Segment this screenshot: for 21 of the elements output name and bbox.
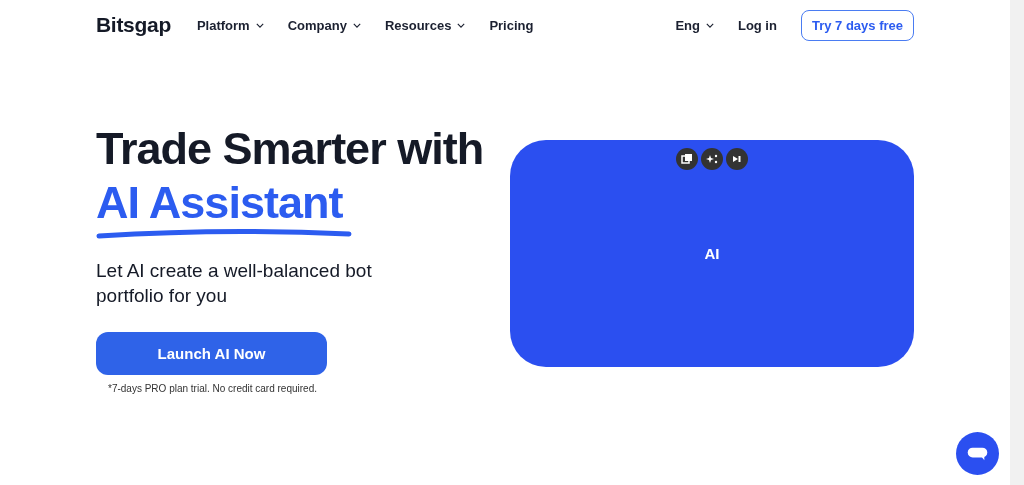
language-selector[interactable]: Eng [675, 17, 714, 33]
nav-link[interactable]: Resources [384, 17, 466, 33]
video-label: AI [704, 245, 720, 262]
trial-button[interactable]: Try 7 days free [800, 9, 914, 41]
chevron-down-icon [705, 22, 714, 28]
hero-title-highlight: AI Assistant [96, 176, 343, 230]
video-player[interactable]: AI [510, 140, 914, 367]
nav-link[interactable]: Pricing [489, 17, 534, 33]
hero-subtitle: Let AI create a well-balanced bot portfolio for you [96, 259, 373, 308]
trial-note: *7-days PRO plan trial. No credit card required. [108, 383, 318, 394]
nav-link[interactable]: Platform [196, 17, 264, 33]
nav-link[interactable]: Company [287, 17, 361, 33]
hero-title: Trade Smarter with [96, 122, 484, 176]
sparkle-icon[interactable] [701, 148, 723, 170]
skip-forward-icon[interactable] [726, 148, 748, 170]
copy-icon[interactable] [676, 148, 698, 170]
launch-button[interactable]: Launch AI Now [96, 332, 327, 375]
logo[interactable]: Bitsgap [96, 13, 171, 37]
chat-bubble-icon[interactable] [956, 432, 999, 475]
login-link[interactable]: Log in [737, 17, 777, 33]
underline-swoosh-icon [96, 228, 352, 240]
